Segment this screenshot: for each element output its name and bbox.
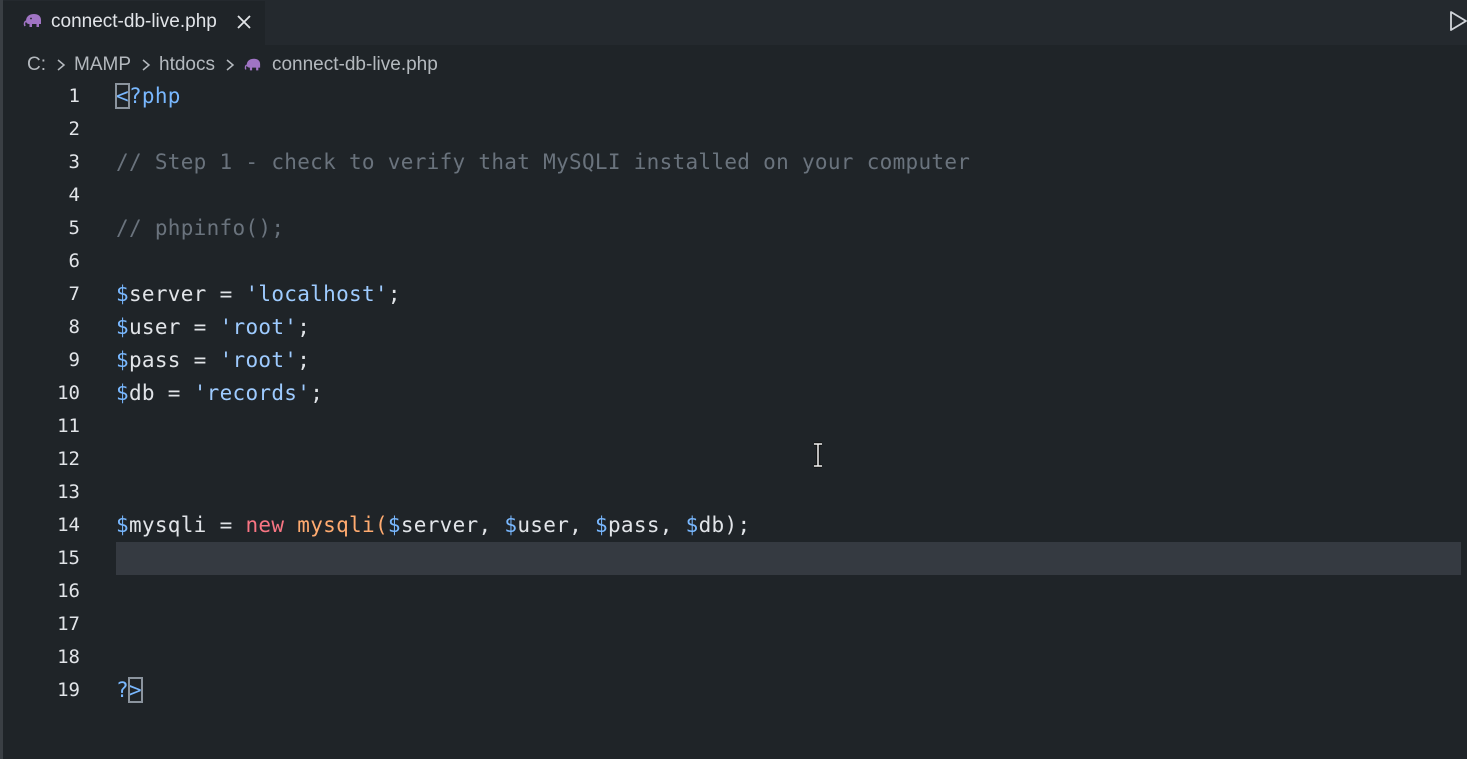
code-token: ;: [297, 348, 311, 372]
breadcrumb-file[interactable]: connect-db-live.php: [272, 54, 438, 76]
code-line[interactable]: // Step 1 - check to verify that MySQLI …: [116, 146, 970, 179]
code-token: =: [180, 315, 220, 339]
line-number: 12: [57, 448, 80, 470]
line-number: 4: [68, 184, 80, 206]
breadcrumb-item-htdocs[interactable]: htdocs: [159, 54, 215, 76]
line-number: 19: [57, 679, 80, 701]
line-number: 5: [68, 217, 80, 239]
run-icon[interactable]: [1447, 9, 1467, 33]
code-token: pass: [607, 513, 660, 537]
code-line[interactable]: // phpinfo();: [116, 212, 284, 245]
code-token: );: [724, 513, 751, 537]
code-token: $: [595, 513, 608, 537]
code-token: $: [116, 348, 129, 372]
code-token: $: [116, 282, 129, 306]
code-line[interactable]: $pass = 'root';: [116, 344, 310, 377]
code-token: 'records': [193, 381, 311, 405]
line-number: 7: [68, 283, 80, 305]
line-number: 6: [68, 250, 80, 272]
code-token: =: [206, 513, 246, 537]
code-token: <: [115, 83, 130, 109]
code-token: new: [245, 513, 285, 537]
chevron-right-icon: [142, 59, 151, 71]
breadcrumb-item-mamp[interactable]: MAMP: [74, 54, 131, 76]
php-elephant-icon: [23, 14, 41, 27]
line-number: 1: [68, 85, 80, 107]
code-token: (: [374, 513, 388, 537]
code-token: ?php: [128, 84, 181, 108]
tab-label: connect-db-live.php: [51, 11, 217, 32]
line-number: 9: [68, 349, 80, 371]
code-line[interactable]: $mysqli = new mysqli($server, $user, $pa…: [116, 509, 750, 542]
code-token: server: [128, 282, 207, 306]
code-line[interactable]: ?>: [116, 674, 143, 707]
code-token: // Step 1 - check to verify that MySQLI …: [116, 150, 971, 174]
code-token: 'root': [219, 315, 298, 339]
code-token: ?: [116, 678, 129, 702]
code-token: ;: [297, 315, 311, 339]
code-token: ;: [387, 282, 401, 306]
code-editor[interactable]: 1 <?php 2 3 // Step 1 - check to verify that…: [3, 80, 1467, 759]
php-elephant-icon: [244, 58, 261, 71]
line-number: 3: [68, 151, 80, 173]
close-icon[interactable]: [234, 12, 254, 32]
breadcrumb: C: MAMP htdocs connect-db-live.php: [27, 52, 438, 78]
tab-bar: connect-db-live.php: [3, 0, 1467, 45]
code-token: ,: [478, 513, 505, 537]
line-number: 18: [57, 646, 80, 668]
code-token: ,: [659, 513, 686, 537]
line-number: 14: [57, 514, 80, 536]
code-token: $: [685, 513, 699, 537]
code-token: ,: [569, 513, 596, 537]
code-token: // phpinfo();: [116, 216, 285, 240]
code-token: db: [128, 381, 155, 405]
code-token: =: [180, 348, 220, 372]
code-token: user: [128, 315, 181, 339]
line-number: 8: [68, 316, 80, 338]
tab-connect-db-live[interactable]: connect-db-live.php: [3, 0, 265, 45]
code-token: $: [387, 513, 401, 537]
code-token: $: [116, 315, 129, 339]
code-token: >: [127, 677, 143, 703]
code-token: ;: [310, 381, 324, 405]
text-cursor-icon: [814, 442, 822, 468]
code-token: pass: [128, 348, 181, 372]
code-token: server: [400, 513, 479, 537]
code-token: $: [504, 513, 518, 537]
code-line[interactable]: $server = 'localhost';: [116, 278, 401, 311]
chevron-right-icon: [57, 59, 66, 71]
line-number: 2: [68, 118, 80, 140]
breadcrumb-item-drive[interactable]: C:: [27, 54, 46, 76]
code-token: =: [154, 381, 194, 405]
code-token: user: [517, 513, 570, 537]
code-token: $: [116, 513, 129, 537]
code-token: =: [206, 282, 246, 306]
chevron-right-icon: [226, 59, 235, 71]
code-line[interactable]: $db = 'records';: [116, 377, 323, 410]
code-token: mysqli: [297, 513, 375, 537]
code-token: 'root': [219, 348, 298, 372]
editor-window: connect-db-live.php C: MAMP htdocs conne…: [0, 0, 1467, 759]
line-number: 11: [57, 415, 80, 437]
code-token: mysqli: [128, 513, 207, 537]
line-number: 16: [57, 580, 80, 602]
code-token: $: [116, 381, 129, 405]
code-line[interactable]: $user = 'root';: [116, 311, 310, 344]
code-token: db: [698, 513, 725, 537]
line-number: 17: [57, 613, 80, 635]
code-token: 'localhost': [245, 282, 388, 306]
line-number: 15: [57, 547, 80, 569]
code-line[interactable]: <?php: [115, 80, 181, 113]
line-number: 10: [57, 382, 80, 404]
line-number: 13: [57, 481, 80, 503]
current-line-highlight: [116, 542, 1461, 575]
